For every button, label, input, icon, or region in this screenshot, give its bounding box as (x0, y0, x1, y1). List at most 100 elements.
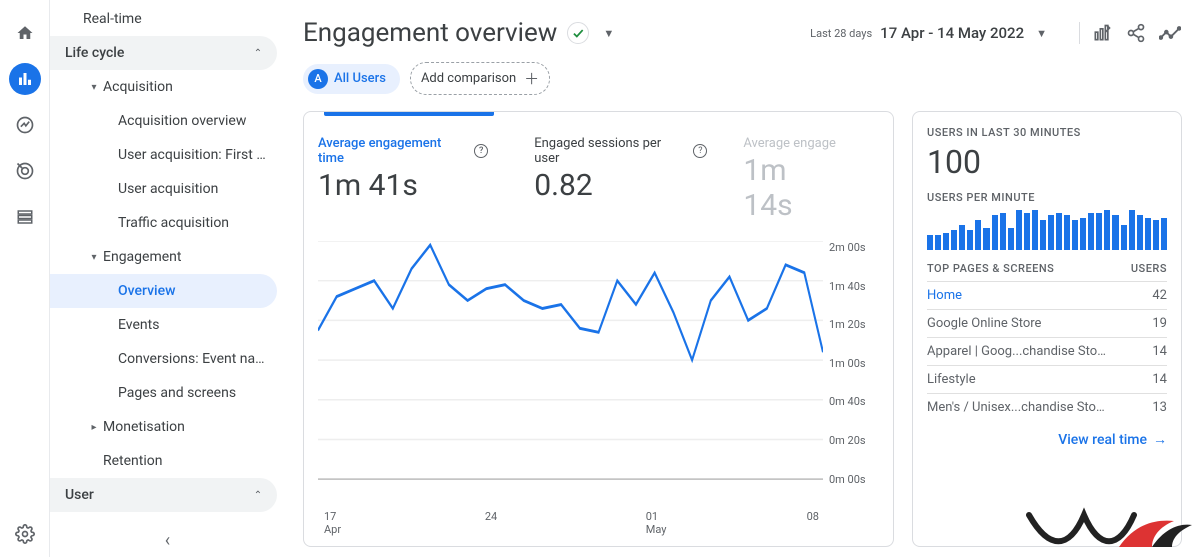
realtime-row[interactable]: Google Online Store 19 (927, 309, 1167, 337)
nav-rail (0, 0, 50, 557)
x-tick: 17Apr (324, 510, 485, 536)
report-sidebar: Real-timeLife cycle⌃▾AcquisitionAcquisit… (50, 0, 285, 557)
sidebar-item-events[interactable]: Events (50, 308, 277, 342)
minute-bar (943, 233, 949, 250)
sidebar-item-traffic-acquisition[interactable]: Traffic acquisition (50, 206, 277, 240)
realtime-row[interactable]: Home 42 (927, 281, 1167, 309)
share-icon[interactable] (1124, 21, 1148, 45)
sidebar-item-real-time[interactable]: Real-time (50, 2, 277, 36)
sidebar-item-engagement[interactable]: ▾Engagement (50, 240, 277, 274)
realtime-card: USERS IN LAST 30 MINUTES 100 USERS PER M… (912, 111, 1182, 547)
date-range-picker[interactable]: Last 28 days 17 Apr - 14 May 2022 ▼ (810, 24, 1051, 42)
minute-bar (1129, 210, 1135, 250)
minute-bar (1121, 225, 1127, 250)
page-title: Engagement overview (303, 18, 557, 48)
x-tick: 01May (646, 510, 807, 536)
realtime-row-users: 42 (1152, 288, 1167, 303)
minute-bar (1104, 210, 1110, 250)
minute-bar (1161, 218, 1167, 250)
realtime-header: USERS IN LAST 30 MINUTES (927, 126, 1167, 139)
realtime-sub: USERS PER MINUTE (927, 191, 1167, 204)
segment-chip-all-users[interactable]: A All Users (303, 64, 400, 94)
engagement-line-chart[interactable] (318, 241, 823, 506)
y-tick: 0m 20s (829, 434, 879, 447)
sidebar-item-pages-and-screens[interactable]: Pages and screens (50, 376, 277, 410)
minute-bar (1072, 220, 1078, 250)
metric-label: Engaged sessions per user? (534, 136, 707, 166)
minute-bar (975, 220, 981, 250)
y-tick: 0m 00s (829, 473, 879, 486)
minute-bar (959, 225, 965, 250)
users-per-minute-bars (927, 210, 1167, 250)
realtime-row[interactable]: Apparel | Goog...chandise Store14 (927, 337, 1167, 365)
sidebar-item-retention[interactable]: Retention (50, 444, 277, 478)
view-realtime-label: View real time (1058, 432, 1147, 448)
sidebar-item-overview[interactable]: Overview (50, 274, 277, 308)
title-dropdown-icon[interactable]: ▼ (599, 27, 618, 40)
chevron-down-icon: ▼ (1032, 27, 1051, 40)
status-ok-icon[interactable] (567, 22, 589, 44)
metric-value: 0.82 (534, 168, 707, 203)
sidebar-item-conversions-event-name[interactable]: Conversions: Event name (50, 342, 277, 376)
minute-bar (951, 230, 957, 250)
x-tick: 24 (485, 510, 646, 536)
minute-bar (1137, 215, 1143, 250)
sidebar-item-user-acquisition[interactable]: User acquisition (50, 172, 277, 206)
sidebar-item-acquisition-overview[interactable]: Acquisition overview (50, 104, 277, 138)
minute-bar (1016, 210, 1022, 250)
explore-icon[interactable] (9, 109, 41, 141)
y-tick: 1m 00s (829, 357, 879, 370)
metric-label: Average engage (743, 136, 843, 151)
sidebar-item-life-cycle[interactable]: Life cycle⌃ (50, 36, 277, 70)
divider (1079, 22, 1080, 44)
realtime-row[interactable]: Men's / Unisex...chandise Store13 (927, 393, 1167, 421)
settings-icon[interactable] (9, 518, 41, 550)
home-icon[interactable] (9, 17, 41, 49)
realtime-row-page: Home (927, 288, 962, 303)
engagement-chart-card: Average engagement time?1m 41sEngaged se… (303, 111, 894, 547)
insights-icon[interactable] (1158, 21, 1182, 45)
sidebar-item-user[interactable]: User⌃ (50, 478, 277, 512)
sidebar-collapse-button[interactable]: ‹ (50, 530, 285, 551)
minute-bar (1056, 213, 1062, 250)
metric-0[interactable]: Average engagement time?1m 41s (318, 136, 506, 223)
realtime-row-page: Lifestyle (927, 372, 976, 387)
help-icon[interactable]: ? (693, 144, 707, 158)
minute-bar (1112, 215, 1118, 250)
x-tick: 08 (807, 510, 819, 536)
metric-value: 1m 14s (743, 153, 843, 223)
minute-bar (992, 215, 998, 250)
realtime-row[interactable]: Lifestyle14 (927, 365, 1167, 393)
customize-report-icon[interactable] (1090, 21, 1114, 45)
sidebar-item-acquisition[interactable]: ▾Acquisition (50, 70, 277, 104)
reports-icon[interactable] (9, 63, 41, 95)
view-realtime-link[interactable]: View real time → (927, 421, 1167, 448)
realtime-row-users: 19 (1152, 316, 1167, 331)
minute-bar (1024, 213, 1030, 250)
sidebar-item-monetisation[interactable]: ▸Monetisation (50, 410, 277, 444)
realtime-row-page: Men's / Unisex...chandise Store (927, 400, 1107, 415)
minute-bar (1000, 213, 1006, 250)
ads-icon[interactable] (9, 155, 41, 187)
chart-x-axis: 17Apr2401May08 (318, 506, 879, 536)
metric-label: Average engagement time? (318, 136, 488, 166)
minute-bar (1096, 213, 1102, 250)
minute-bar (1008, 228, 1014, 250)
metric-1[interactable]: Engaged sessions per user?0.82 (524, 136, 725, 223)
realtime-row-page: Apparel | Goog...chandise Store (927, 344, 1107, 359)
active-tab-indicator (324, 112, 494, 116)
sidebar-item-user-acquisition-first-user[interactable]: User acquisition: First user ... (50, 138, 277, 172)
date-range-label: Last 28 days (810, 27, 872, 40)
main-content: Engagement overview ▼ Last 28 days 17 Ap… (285, 0, 1200, 557)
chart-y-axis: 2m 00s1m 40s1m 20s1m 00s0m 40s0m 20s0m 0… (823, 241, 879, 506)
minute-bar (1080, 218, 1086, 250)
config-icon[interactable] (9, 201, 41, 233)
metric-2[interactable]: Average engage 1m 14s (743, 136, 861, 223)
realtime-table-head-users: USERS (1131, 262, 1167, 275)
minute-bar (1153, 220, 1159, 250)
y-tick: 2m 00s (829, 241, 879, 254)
help-icon[interactable]: ? (474, 144, 488, 158)
realtime-row-page: Google Online Store (927, 316, 1041, 331)
add-comparison-button[interactable]: Add comparison ＋ (410, 62, 550, 95)
minute-bar (935, 235, 941, 250)
